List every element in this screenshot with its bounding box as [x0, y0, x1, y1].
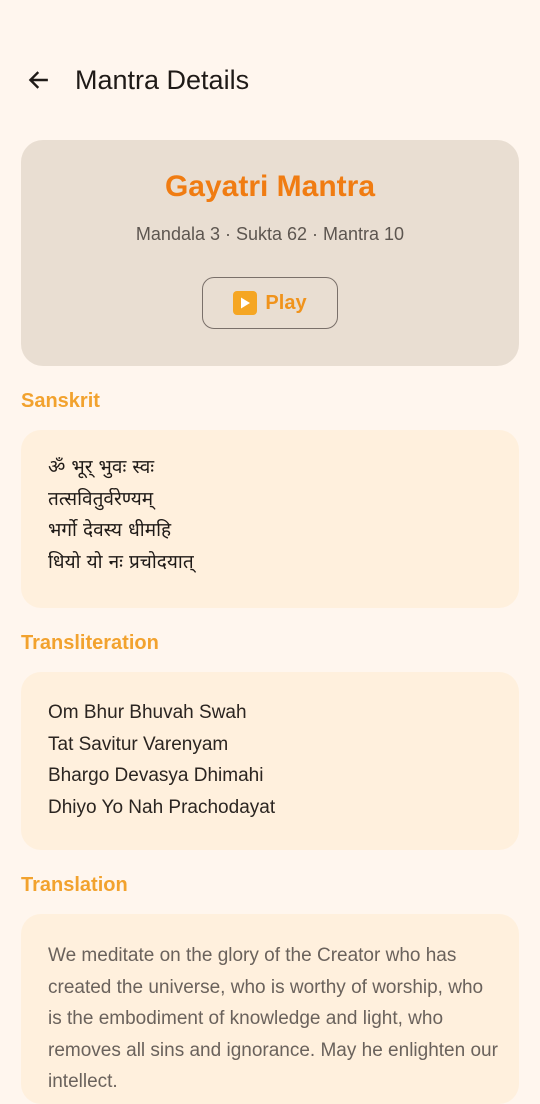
- play-label: Play: [265, 291, 307, 314]
- app-bar: Mantra Details: [0, 0, 540, 140]
- sanskrit-card: ॐ भूर् भुवः स्वः तत्सवितुर्वरेण्यम् भर्ग…: [21, 430, 519, 608]
- sanskrit-line: धियो यो नः प्रचोदयात्: [48, 550, 194, 573]
- mantra-title: Gayatri Mantra: [164, 170, 376, 203]
- section-label-sanskrit: Sanskrit: [21, 390, 100, 412]
- mantra-header-card: Gayatri Mantra Mandala 3 · Sukta 62 · Ma…: [21, 140, 519, 366]
- arrow-left-icon: [28, 71, 48, 89]
- sanskrit-lines: ॐ भूर् भुवः स्वः तत्सवितुर्वरेण्यम् भर्ग…: [48, 452, 194, 578]
- transliteration-lines: Om Bhur Bhuvah Swah Tat Savitur Varenyam…: [48, 697, 275, 823]
- sanskrit-line: तत्सवितुर्वरेण्यम्: [48, 487, 154, 510]
- transliteration-line: Om Bhur Bhuvah Swah: [48, 702, 247, 723]
- mantra-reference: Mandala 3 · Sukta 62 · Mantra 10: [135, 224, 405, 244]
- back-button[interactable]: [20, 62, 56, 98]
- sanskrit-line: ॐ भूर् भुवः स्वः: [48, 456, 155, 478]
- transliteration-line: Tat Savitur Varenyam: [48, 733, 229, 755]
- transliteration-line: Dhiyo Yo Nah Prachodayat: [48, 796, 276, 818]
- section-label-transliteration: Transliteration: [21, 632, 159, 654]
- page-title: Mantra Details: [75, 65, 250, 95]
- transliteration-line: Bhargo Devasya Dhimahi: [48, 765, 264, 786]
- translation-text: We meditate on the glory of the Creator …: [48, 945, 498, 1092]
- section-label-translation: Translation: [21, 874, 128, 896]
- play-button[interactable]: Play: [202, 277, 338, 329]
- play-icon: [233, 291, 258, 315]
- sanskrit-line: भर्गो देवस्य धीमहि: [48, 519, 172, 541]
- transliteration-card: Om Bhur Bhuvah Swah Tat Savitur Varenyam…: [21, 672, 519, 850]
